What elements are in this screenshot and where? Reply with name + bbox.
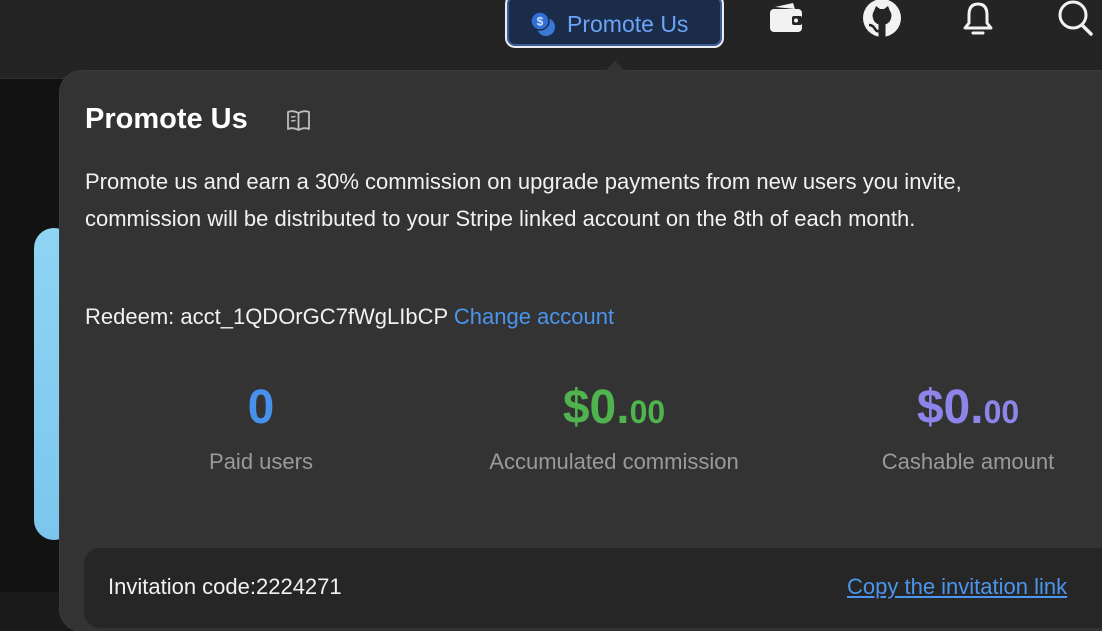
github-icon[interactable] <box>860 0 904 40</box>
promotion-description: Promote us and earn a 30% commission on … <box>85 163 1102 237</box>
cashable-amount-value: $0.00 <box>916 381 1020 434</box>
description-line-1: Promote us and earn a 30% commission on … <box>85 169 962 194</box>
description-line-2: commission will be distributed to your S… <box>85 206 916 231</box>
bell-icon[interactable] <box>956 0 1000 40</box>
copy-invitation-link[interactable]: Copy the invitation link <box>847 574 1067 600</box>
stat-paid-users: 0 Paid users <box>81 380 441 475</box>
popover-arrow <box>604 61 626 72</box>
change-account-link[interactable]: Change account <box>454 304 614 329</box>
redeem-account-label: Redeem: acct_1QDOrGC7fWgLIbCP <box>85 304 448 329</box>
redeem-row: Redeem: acct_1QDOrGC7fWgLIbCP Change acc… <box>85 304 614 330</box>
stat-cashable-amount: $0.00 Cashable amount <box>788 380 1102 475</box>
cashable-amount-label: Cashable amount <box>881 449 1055 474</box>
stat-accumulated-commission: $0.00 Accumulated commission <box>434 380 794 475</box>
popover-title: Promote Us <box>85 103 248 135</box>
promote-us-popover <box>60 71 1102 631</box>
book-icon[interactable] <box>285 107 312 134</box>
wallet-icon[interactable] <box>764 0 808 40</box>
svg-text:$: $ <box>537 15 544 29</box>
paid-users-label: Paid users <box>209 449 313 474</box>
promote-us-button-label: Promote Us <box>567 10 689 37</box>
accumulated-commission-value: $0.00 <box>562 381 666 434</box>
invitation-code: Invitation code:2224271 <box>108 574 342 599</box>
accumulated-commission-label: Accumulated commission <box>489 449 739 474</box>
search-icon[interactable] <box>1052 0 1096 40</box>
dollar-coin-icon: $ <box>529 10 557 38</box>
paid-users-value: 0 <box>247 381 275 434</box>
promote-us-button[interactable]: $ Promote Us <box>505 0 724 48</box>
